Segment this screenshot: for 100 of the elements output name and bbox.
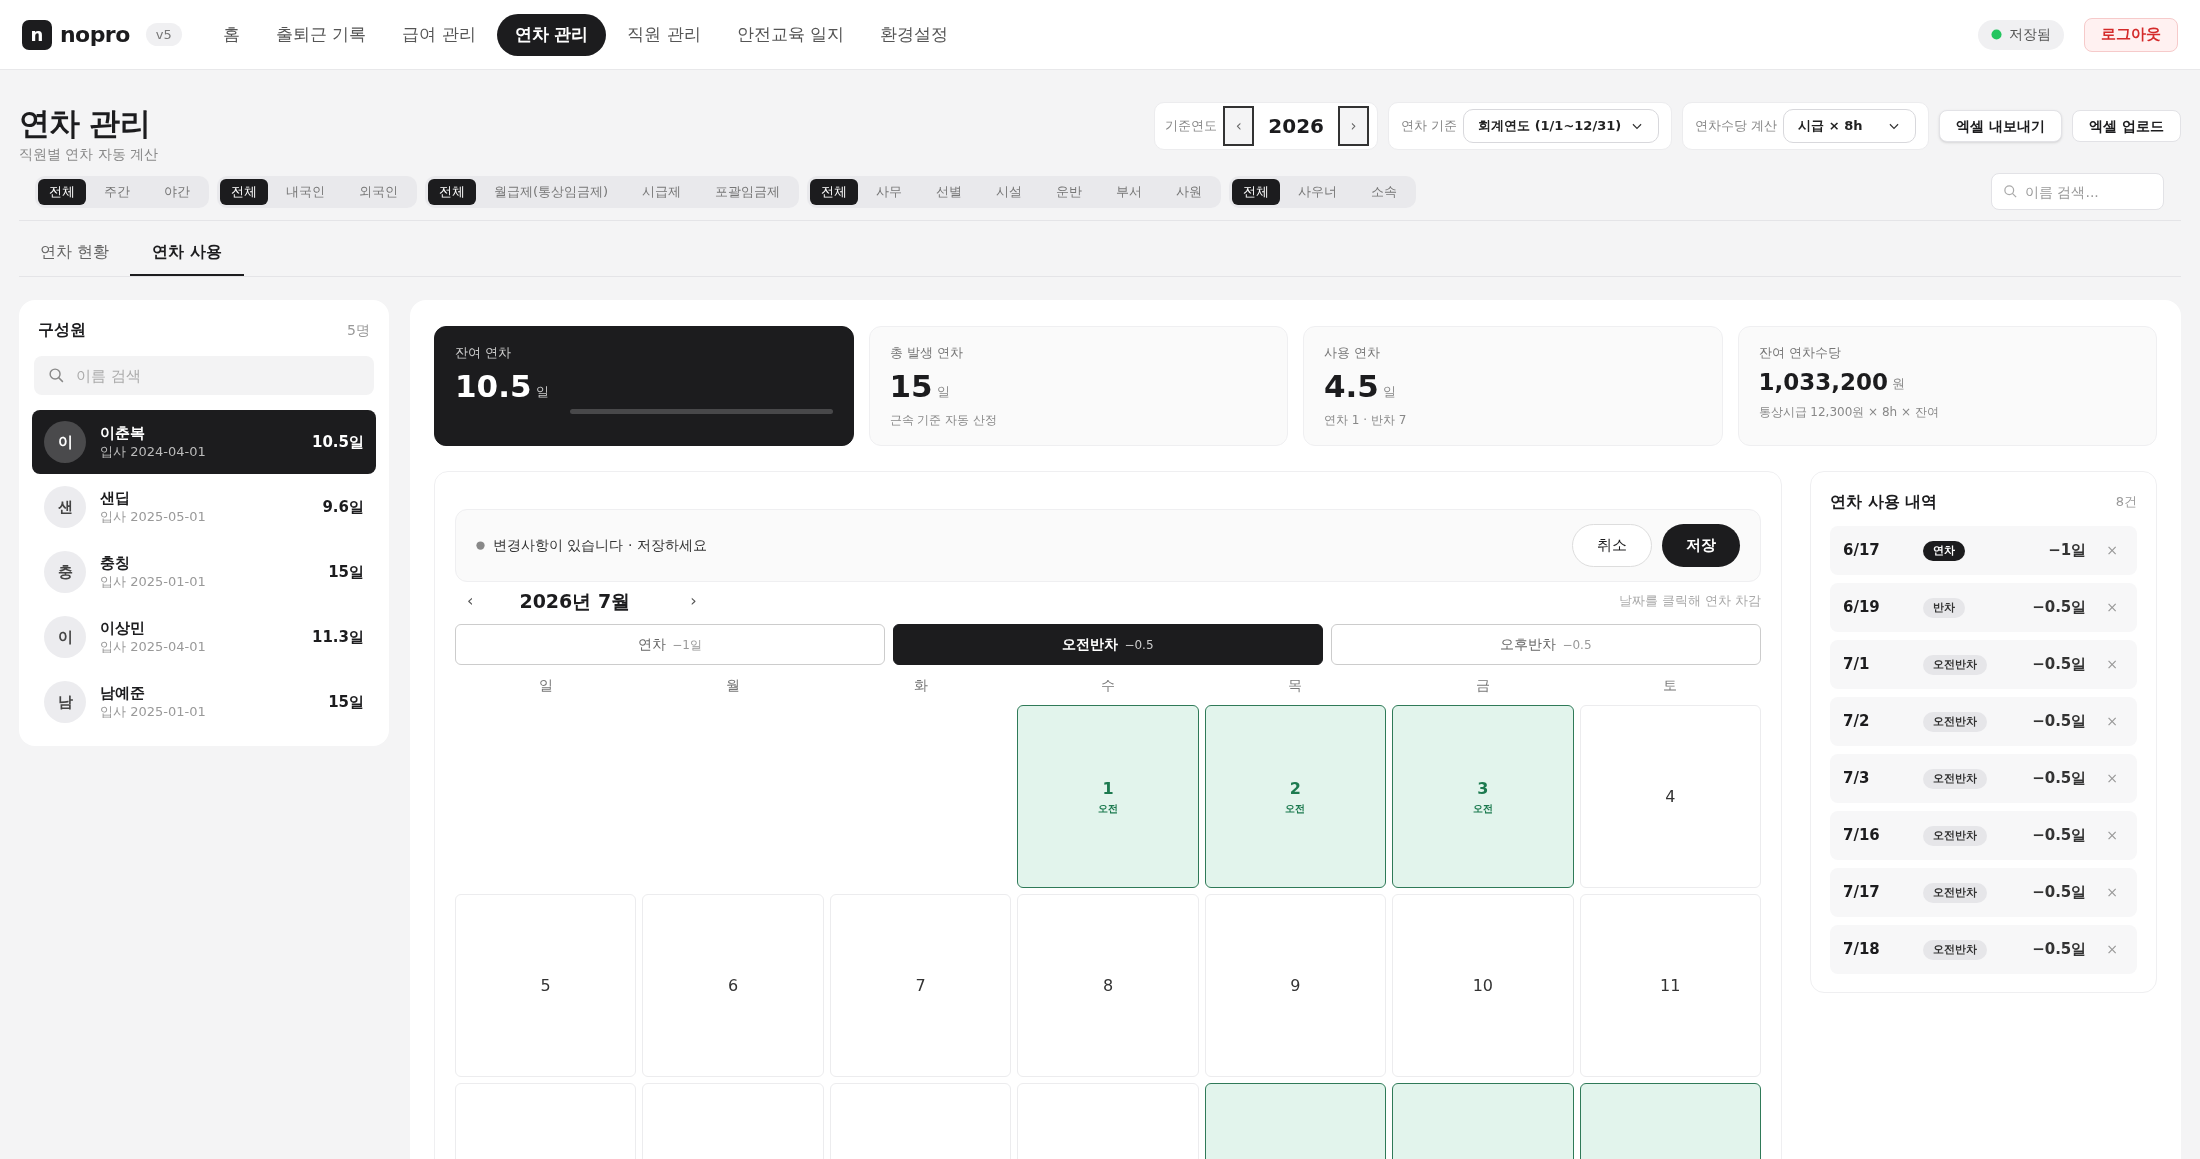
save-button[interactable]: 저장 [1662, 524, 1740, 567]
stat-unit: 원 [1892, 375, 1905, 393]
page-subtitle: 직원별 연차 자동 계산 [19, 145, 159, 164]
history-date: 7/17 [1843, 882, 1881, 904]
next-year-button[interactable]: › [1337, 106, 1369, 146]
day-cell[interactable]: 4 [1579, 705, 1761, 888]
dot-icon [476, 541, 485, 550]
filter-chip[interactable]: 시설 [980, 178, 1039, 205]
excel-button[interactable]: 엑셀 내보내기 [1939, 110, 2063, 142]
member-name: 이춘복 [100, 423, 146, 443]
filter-chip[interactable]: 외국인 [343, 178, 414, 205]
day-cell[interactable]: 5 [455, 894, 637, 1077]
join-date: 입사 2024-04-01 [100, 443, 207, 461]
day-number: 1 [1102, 778, 1114, 800]
mode-button[interactable]: 오전반차 −0.5 [893, 624, 1323, 665]
nav-tab[interactable]: 연차 관리 [496, 13, 607, 56]
panel-title: 연차 사용 내역 [1830, 491, 1938, 513]
nav-tab[interactable]: 급여 관리 [387, 13, 491, 56]
day-cell[interactable]: 9 [1204, 894, 1387, 1077]
allowance-select[interactable]: 시급 × 8h [1783, 109, 1917, 143]
nav-tab[interactable]: 홈 [207, 13, 255, 56]
filter-chip[interactable]: 사원 [1160, 178, 1219, 205]
stat-value: 1,033,200 [1758, 367, 1888, 397]
day-number: 9 [1290, 974, 1301, 997]
day-cell[interactable]: 10 [1392, 894, 1574, 1077]
avatar: 샌 [44, 486, 86, 528]
day-number: 4 [1665, 785, 1676, 808]
filter-chip[interactable]: 전체 [220, 178, 268, 205]
filter-chip[interactable]: 전체 [38, 178, 86, 205]
day-cell[interactable]: 1 오전 [1017, 705, 1199, 888]
filter-chip[interactable]: 운반 [1040, 178, 1099, 205]
filter-chip[interactable]: 부서 [1100, 178, 1159, 205]
day-cell[interactable]: 3 오전 [1392, 705, 1574, 888]
stat-label: 총 발생 연차 [889, 344, 964, 362]
day-cell[interactable]: 11 [1579, 894, 1761, 1077]
leave-type-tag: 오전반차 [1923, 939, 1987, 960]
filter-chip[interactable]: 전체 [428, 178, 476, 205]
prev-month-button[interactable]: ‹ [455, 589, 486, 613]
member-search-field[interactable]: 이름 검색 [34, 356, 374, 395]
weekday-label: 화 [912, 676, 929, 695]
avatar: 이 [44, 616, 86, 658]
filter-chip[interactable]: 주간 [88, 178, 146, 205]
cancel-button[interactable]: 취소 [1572, 524, 1652, 567]
nav-tab[interactable]: 환경설정 [865, 13, 964, 56]
mode-button[interactable]: 오후반차 −0.5 [1331, 624, 1761, 665]
stat-value: 4.5 [1324, 366, 1379, 405]
nav-tab[interactable]: 출퇴근 기록 [260, 13, 382, 56]
basis-select[interactable]: 회계연도 (1/1~12/31) [1463, 109, 1660, 143]
weekday-label: 금 [1474, 676, 1491, 695]
day-tag: 오전 [1098, 801, 1118, 816]
search-icon [2003, 184, 2018, 199]
member-item[interactable]: 이 이춘복 입사 2024-04-01 10.5일 [32, 410, 376, 474]
stat-value: 15 [889, 366, 933, 405]
stat-unit: 일 [1382, 383, 1396, 401]
filter-chip[interactable]: 선별 [920, 178, 979, 205]
stat-value: 10.5 [455, 366, 532, 405]
day-number: 6 [728, 974, 739, 997]
filter-chip[interactable]: 내국인 [270, 178, 341, 205]
day-cell[interactable]: 8 [1017, 894, 1199, 1077]
search-field[interactable]: 이름 검색... [1991, 173, 2164, 210]
history-date: 6/17 [1843, 540, 1881, 562]
stat-label: 잔여 연차 [455, 344, 513, 362]
stat-note: 근속 기준 자동 산정 [889, 411, 998, 429]
view-tab[interactable]: 연차 현황 [19, 230, 131, 276]
member-count: 5명 [347, 320, 370, 340]
filter-chip[interactable]: 월급제(통상임금제) [478, 178, 625, 205]
logo-mark: n [22, 19, 52, 50]
member-name: 이상민 [100, 618, 146, 638]
excel-button[interactable]: 엑셀 업로드 [2072, 110, 2181, 142]
weekday-label: 토 [1662, 676, 1679, 695]
day-cell[interactable]: 7 [829, 894, 1012, 1077]
nav-tab[interactable]: 안전교육 일지 [721, 13, 860, 56]
member-item[interactable]: 남 남예준 입사 2025-01-01 15일 [32, 670, 376, 734]
view-tab[interactable]: 연차 사용 [130, 230, 244, 276]
filter-chip[interactable]: 전체 [810, 178, 859, 205]
filter-chip[interactable]: 포괄임금제 [699, 178, 797, 205]
member-item[interactable]: 샌 샌딥 입사 2025-05-01 9.6일 [32, 475, 376, 539]
next-month-button[interactable]: › [678, 589, 709, 613]
avatar: 충 [44, 551, 86, 593]
mode-button[interactable]: 연차 −1일 [455, 624, 885, 665]
member-item[interactable]: 이 이상민 입사 2025-04-01 11.3일 [32, 605, 376, 669]
logout-button[interactable]: 로그아웃 [2084, 17, 2178, 52]
prev-year-button[interactable]: ‹ [1223, 106, 1255, 146]
leave-type-tag: 오전반차 [1923, 654, 1987, 675]
filter-chip[interactable]: 사우너 [1282, 178, 1354, 205]
leave-balance: 15일 [328, 561, 364, 583]
filter-chip[interactable]: 시급제 [626, 178, 698, 205]
history-date: 7/18 [1843, 939, 1881, 961]
filter-chip[interactable]: 소속 [1355, 178, 1414, 205]
member-item[interactable]: 충 충칭 입사 2025-01-01 15일 [32, 540, 376, 604]
day-cell[interactable]: 2 오전 [1204, 705, 1387, 888]
day-number: 7 [915, 974, 926, 997]
filter-chip[interactable]: 사무 [860, 178, 919, 205]
avatar: 남 [44, 681, 86, 723]
day-cell[interactable]: 6 [642, 894, 824, 1077]
stat-label: 잔여 연차수당 [1758, 344, 1842, 362]
filter-chip[interactable]: 야간 [148, 178, 206, 205]
history-amount: −0.5일 [2032, 768, 2087, 790]
nav-tab[interactable]: 직원 관리 [612, 13, 716, 56]
filter-chip[interactable]: 전체 [1232, 178, 1281, 205]
